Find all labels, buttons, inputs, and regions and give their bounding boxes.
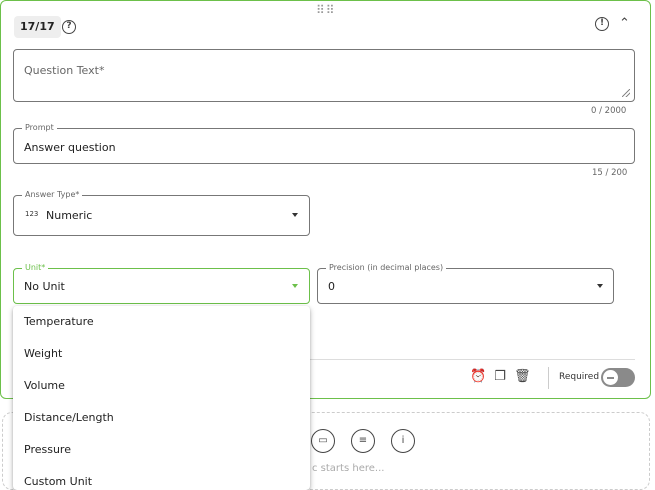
precision-label: Precision (in decimal places) bbox=[326, 263, 447, 273]
resize-grip-icon[interactable] bbox=[622, 89, 630, 97]
alarm-icon[interactable]: ⏰ bbox=[470, 369, 486, 385]
prompt-label: Prompt bbox=[22, 123, 57, 133]
info-icon[interactable]: i bbox=[391, 429, 415, 453]
unit-options-menu: Temperature Weight Volume Distance/Lengt… bbox=[13, 306, 310, 490]
unit-option-pressure[interactable]: Pressure bbox=[13, 434, 310, 466]
unit-option-volume[interactable]: Volume bbox=[13, 370, 310, 402]
prompt-value: Answer question bbox=[24, 141, 116, 154]
question-counter-badge: 17/17 bbox=[14, 16, 61, 38]
chevron-up-icon[interactable]: ⌃ bbox=[619, 16, 630, 31]
add-zone-hint: c starts here... bbox=[312, 463, 385, 474]
caret-down-icon bbox=[292, 284, 298, 288]
answer-type-select[interactable]: Answer Type* 123 Numeric bbox=[13, 190, 310, 236]
trash-icon[interactable]: 🗑 bbox=[514, 369, 531, 385]
unit-select[interactable]: Unit* No Unit bbox=[13, 263, 310, 304]
help-icon[interactable]: ? bbox=[62, 20, 76, 34]
unit-value: No Unit bbox=[24, 280, 65, 293]
unit-option-temperature[interactable]: Temperature bbox=[13, 306, 310, 338]
caret-down-icon bbox=[292, 213, 298, 217]
required-label: Required bbox=[559, 372, 600, 382]
toggle-knob bbox=[603, 370, 618, 385]
answer-type-label: Answer Type* bbox=[22, 190, 83, 200]
unit-option-custom-unit[interactable]: Custom Unit bbox=[13, 466, 310, 490]
question-text-placeholder: Question Text* bbox=[24, 64, 105, 77]
toolbar-separator bbox=[548, 367, 549, 389]
required-toggle[interactable] bbox=[601, 368, 635, 387]
prompt-field[interactable]: Prompt Answer question bbox=[13, 123, 635, 164]
section-icon[interactable]: ▭ bbox=[311, 429, 335, 453]
caret-down-icon bbox=[597, 284, 603, 288]
question-text-char-count: 0 / 2000 bbox=[591, 106, 627, 116]
alert-icon[interactable]: ! bbox=[595, 17, 609, 31]
unit-option-weight[interactable]: Weight bbox=[13, 338, 310, 370]
drag-handle-icon[interactable]: ⠿⠿ bbox=[316, 3, 336, 17]
logic-icon[interactable]: ≡ bbox=[351, 429, 375, 453]
unit-option-distance-length[interactable]: Distance/Length bbox=[13, 402, 310, 434]
answer-type-value: Numeric bbox=[46, 209, 93, 222]
precision-select[interactable]: Precision (in decimal places) 0 bbox=[317, 263, 614, 304]
precision-value: 0 bbox=[328, 280, 335, 293]
numeric-icon: 123 bbox=[25, 210, 39, 218]
copy-icon[interactable]: ❐ bbox=[492, 369, 508, 385]
prompt-char-count: 15 / 200 bbox=[592, 168, 628, 178]
unit-label: Unit* bbox=[22, 263, 49, 273]
question-text-field[interactable]: Question Text* bbox=[13, 49, 635, 102]
